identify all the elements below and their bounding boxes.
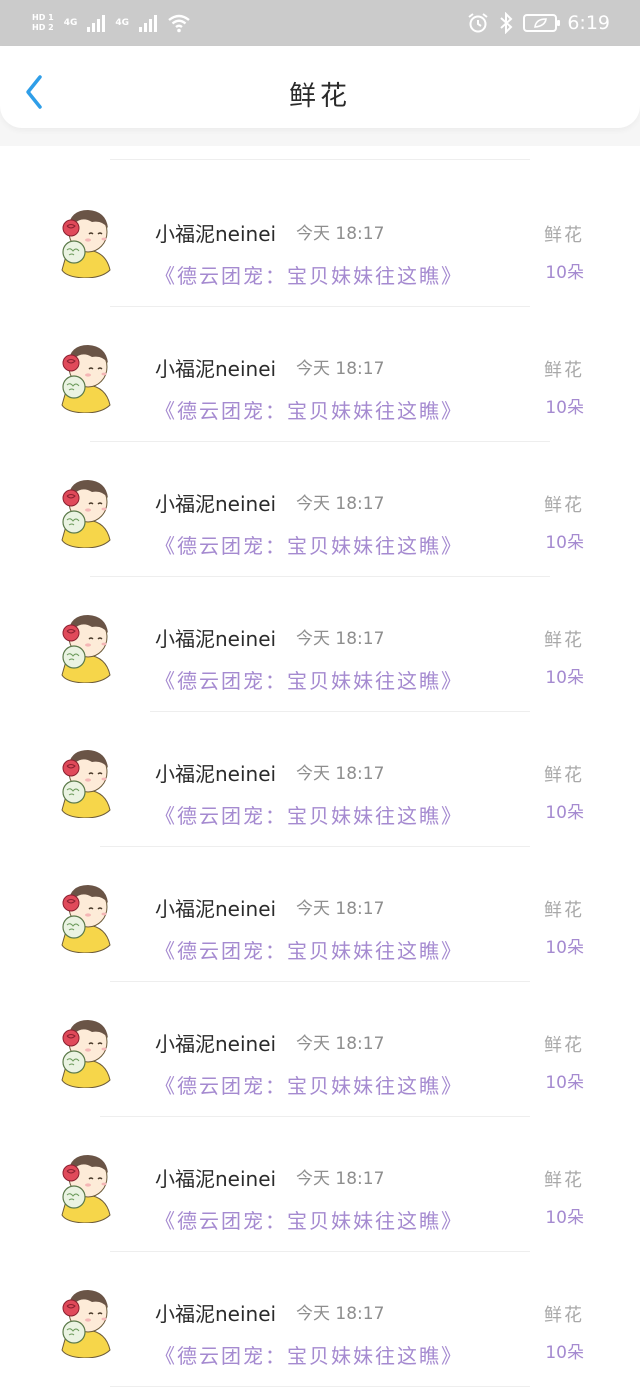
gift-type: 鲜花 xyxy=(544,1305,584,1326)
book-title-link[interactable]: 《德云团宠：宝贝妹妹往这瞧》 xyxy=(155,530,463,559)
timestamp: 今天 18:17 xyxy=(296,764,385,784)
status-right: 6:19 xyxy=(467,12,610,34)
book-title-link[interactable]: 《德云团宠：宝贝妹妹往这瞧》 xyxy=(155,1340,463,1369)
timestamp: 今天 18:17 xyxy=(296,629,385,649)
gift-count: 10朵 xyxy=(545,1073,584,1093)
user-name[interactable]: 小福泥neinei xyxy=(155,1298,276,1327)
user-name[interactable]: 小福泥neinei xyxy=(155,353,276,382)
book-title-link[interactable]: 《德云团宠：宝贝妹妹往这瞧》 xyxy=(155,1070,463,1099)
gift-count: 10朵 xyxy=(545,938,584,958)
gift-count: 10朵 xyxy=(545,533,584,553)
signal-icon xyxy=(139,14,157,32)
list-item[interactable]: 小福泥neinei 今天 18:17 《德云团宠：宝贝妹妹往这瞧》 鲜花 10朵 xyxy=(0,172,640,307)
avatar[interactable] xyxy=(52,744,116,819)
user-name[interactable]: 小福泥neinei xyxy=(155,1028,276,1057)
network-label-1: 4G xyxy=(63,17,78,28)
avatar[interactable] xyxy=(52,339,116,414)
gift-count: 10朵 xyxy=(545,803,584,823)
gift-count: 10朵 xyxy=(545,1343,584,1363)
user-name[interactable]: 小福泥neinei xyxy=(155,758,276,787)
hd-indicator: HD 1 HD 2 xyxy=(32,14,54,32)
gift-count: 10朵 xyxy=(545,398,584,418)
bluetooth-icon xyxy=(500,12,513,34)
clock: 6:19 xyxy=(567,12,610,34)
list-item[interactable]: 小福泥neinei 今天 18:17 《德云团宠：宝贝妹妹往这瞧》 鲜花 10朵 xyxy=(0,982,640,1117)
battery-icon xyxy=(523,14,561,32)
list-item[interactable]: 小福泥neinei 今天 18:17 《德云团宠：宝贝妹妹往这瞧》 鲜花 10朵 xyxy=(0,1117,640,1252)
timestamp: 今天 18:17 xyxy=(296,494,385,514)
hd2-label: HD 2 xyxy=(32,23,54,32)
avatar[interactable] xyxy=(52,879,116,954)
list-item[interactable]: 小福泥neinei 今天 18:17 《德云团宠：宝贝妹妹往这瞧》 鲜花 10朵 xyxy=(0,442,640,577)
book-title-link[interactable]: 《德云团宠：宝贝妹妹往这瞧》 xyxy=(155,1205,463,1234)
gift-type: 鲜花 xyxy=(544,1170,584,1191)
book-title-link[interactable]: 《德云团宠：宝贝妹妹往这瞧》 xyxy=(155,395,463,424)
list-item[interactable]: 小福泥neinei 今天 18:17 《德云团宠：宝贝妹妹往这瞧》 鲜花 10朵 xyxy=(0,1252,640,1387)
user-name[interactable]: 小福泥neinei xyxy=(155,893,276,922)
gift-type: 鲜花 xyxy=(544,495,584,516)
hd1-label: HD 1 xyxy=(32,13,54,22)
signal-icon xyxy=(87,14,106,32)
book-title-link[interactable]: 《德云团宠：宝贝妹妹往这瞧》 xyxy=(155,665,463,694)
gift-count: 10朵 xyxy=(545,1208,584,1228)
divider xyxy=(110,159,530,160)
timestamp: 今天 18:17 xyxy=(296,224,385,244)
book-title-link[interactable]: 《德云团宠：宝贝妹妹往这瞧》 xyxy=(155,260,463,289)
avatar[interactable] xyxy=(52,1149,116,1224)
status-bar: HD 1 HD 2 4G 4G 6:19 xyxy=(0,0,640,46)
user-name[interactable]: 小福泥neinei xyxy=(155,1163,276,1192)
avatar[interactable] xyxy=(52,204,116,279)
user-name[interactable]: 小福泥neinei xyxy=(155,623,276,652)
timestamp: 今天 18:17 xyxy=(296,1304,385,1324)
network-label-2: 4G xyxy=(115,17,129,28)
list-item[interactable]: 小福泥neinei 今天 18:17 《德云团宠：宝贝妹妹往这瞧》 鲜花 10朵 xyxy=(0,307,640,442)
list-item[interactable]: 小福泥neinei 今天 18:17 《德云团宠：宝贝妹妹往这瞧》 鲜花 10朵 xyxy=(0,712,640,847)
avatar[interactable] xyxy=(52,474,116,549)
gift-list: 小福泥neinei 今天 18:17 《德云团宠：宝贝妹妹往这瞧》 鲜花 10朵 小福泥… xyxy=(0,146,640,1387)
timestamp: 今天 18:17 xyxy=(296,899,385,919)
gift-type: 鲜花 xyxy=(544,900,584,921)
user-name[interactable]: 小福泥neinei xyxy=(155,488,276,517)
gift-type: 鲜花 xyxy=(544,360,584,381)
gift-count: 10朵 xyxy=(545,263,584,283)
status-left: HD 1 HD 2 4G 4G xyxy=(32,13,191,33)
book-title-link[interactable]: 《德云团宠：宝贝妹妹往这瞧》 xyxy=(155,935,463,964)
list-item[interactable]: 小福泥neinei 今天 18:17 《德云团宠：宝贝妹妹往这瞧》 鲜花 10朵 xyxy=(0,847,640,982)
timestamp: 今天 18:17 xyxy=(296,359,385,379)
alarm-icon xyxy=(468,13,488,33)
wifi-icon xyxy=(168,14,190,33)
gift-type: 鲜花 xyxy=(544,630,584,651)
book-title-link[interactable]: 《德云团宠：宝贝妹妹往这瞧》 xyxy=(155,800,463,829)
gift-type: 鲜花 xyxy=(544,765,584,786)
timestamp: 今天 18:17 xyxy=(296,1034,385,1054)
timestamp: 今天 18:17 xyxy=(296,1169,385,1189)
gift-type: 鲜花 xyxy=(544,225,584,246)
gift-type: 鲜花 xyxy=(544,1035,584,1056)
user-name[interactable]: 小福泥neinei xyxy=(155,218,276,247)
page-title: 鲜花 xyxy=(289,81,351,112)
gift-count: 10朵 xyxy=(545,668,584,688)
app-header: 鲜花 xyxy=(0,46,640,128)
avatar[interactable] xyxy=(52,1014,116,1089)
avatar[interactable] xyxy=(52,1284,116,1359)
avatar[interactable] xyxy=(52,609,116,684)
list-item[interactable]: 小福泥neinei 今天 18:17 《德云团宠：宝贝妹妹往这瞧》 鲜花 10朵 xyxy=(0,577,640,712)
